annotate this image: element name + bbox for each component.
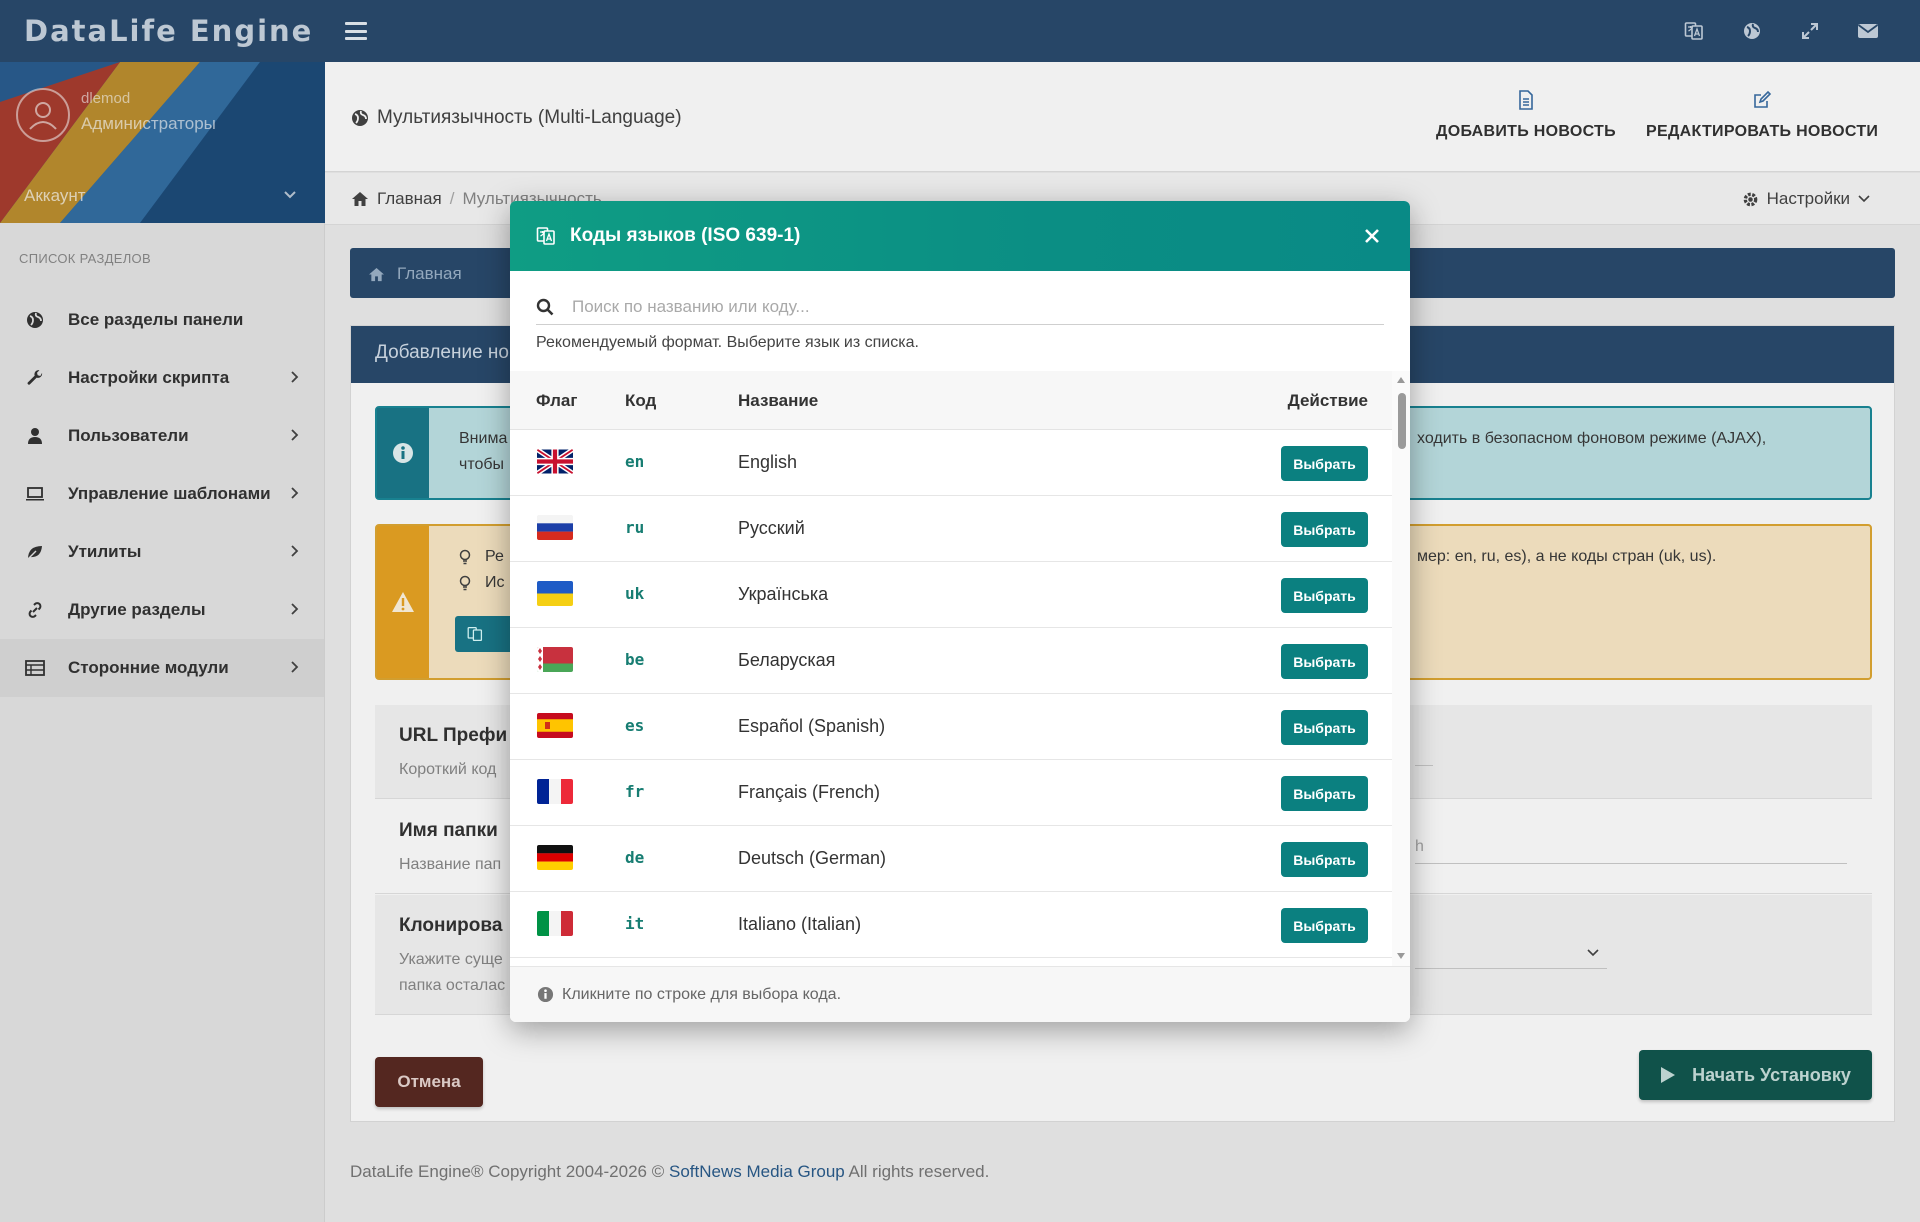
flag-by-icon — [537, 647, 573, 672]
select-button[interactable]: Выбрать — [1281, 908, 1368, 943]
table-row[interactable]: it Italiano (Italian) Выбрать — [510, 892, 1392, 958]
table-row[interactable]: de Deutsch (German) Выбрать — [510, 826, 1392, 892]
language-name: Deutsch (German) — [738, 848, 887, 868]
language-name: Русский — [738, 518, 805, 538]
select-button[interactable]: Выбрать — [1281, 710, 1368, 745]
language-name: Українська — [738, 584, 829, 604]
language-code: de — [625, 848, 645, 867]
select-button[interactable]: Выбрать — [1281, 512, 1368, 547]
scroll-down-icon[interactable] — [1396, 952, 1406, 960]
language-name: Беларуская — [738, 650, 836, 670]
select-button[interactable]: Выбрать — [1281, 578, 1368, 613]
scroll-up-icon[interactable] — [1396, 376, 1406, 384]
modal-header: Коды языков (ISO 639-1) — [510, 201, 1410, 271]
language-codes-modal: Коды языков (ISO 639-1) Рекомендуемый фо… — [510, 201, 1410, 1022]
search-input[interactable] — [572, 297, 1384, 317]
column-action: Действие — [1287, 391, 1368, 410]
flag-fr-icon — [537, 779, 573, 804]
flag-gb-icon — [537, 449, 573, 474]
search-icon — [536, 298, 554, 316]
language-code: es — [625, 716, 645, 735]
select-button[interactable]: Выбрать — [1281, 644, 1368, 679]
scrollbar-thumb[interactable] — [1398, 393, 1406, 449]
select-button[interactable]: Выбрать — [1281, 446, 1368, 481]
flag-es-icon — [537, 713, 573, 738]
language-code: uk — [625, 584, 645, 603]
column-code: Код — [625, 391, 657, 410]
select-button[interactable]: Выбрать — [1281, 776, 1368, 811]
language-name: Français (French) — [738, 782, 881, 802]
table-row[interactable]: es Español (Spanish) Выбрать — [510, 694, 1392, 760]
table-row[interactable]: fr Français (French) Выбрать — [510, 760, 1392, 826]
scrollbar[interactable] — [1392, 371, 1410, 966]
column-name: Название — [738, 391, 819, 410]
language-icon — [536, 226, 556, 246]
table-row[interactable]: en English Выбрать — [510, 430, 1392, 496]
modal-title: Коды языков (ISO 639-1) — [570, 225, 801, 246]
column-flag: Флаг — [536, 391, 578, 410]
language-code: be — [625, 650, 645, 669]
select-button[interactable]: Выбрать — [1281, 842, 1368, 877]
language-name: Español (Spanish) — [738, 716, 886, 736]
close-icon[interactable] — [1364, 228, 1380, 244]
modal-hint: Рекомендуемый формат. Выберите язык из с… — [536, 334, 919, 351]
language-code: it — [625, 914, 645, 933]
info-icon — [537, 986, 554, 1003]
flag-it-icon — [537, 911, 573, 936]
language-code: ru — [625, 518, 645, 537]
language-code: en — [625, 452, 645, 471]
flag-de-icon — [537, 845, 573, 870]
search-box — [536, 290, 1384, 325]
language-code: fr — [625, 782, 645, 801]
modal-footer: Кликните по строке для выбора кода. — [510, 966, 1410, 1022]
flag-ru-icon — [537, 515, 573, 540]
table-row[interactable]: uk Українська Выбрать — [510, 562, 1392, 628]
language-table: Флаг Код Название Действие en English Вы… — [510, 371, 1410, 966]
language-name: Italiano (Italian) — [738, 914, 862, 934]
language-name: English — [738, 452, 798, 472]
table-header: Флаг Код Название Действие — [510, 371, 1392, 430]
table-row[interactable]: be Беларуская Выбрать — [510, 628, 1392, 694]
flag-ua-icon — [537, 581, 573, 606]
table-row[interactable]: ru Русский Выбрать — [510, 496, 1392, 562]
